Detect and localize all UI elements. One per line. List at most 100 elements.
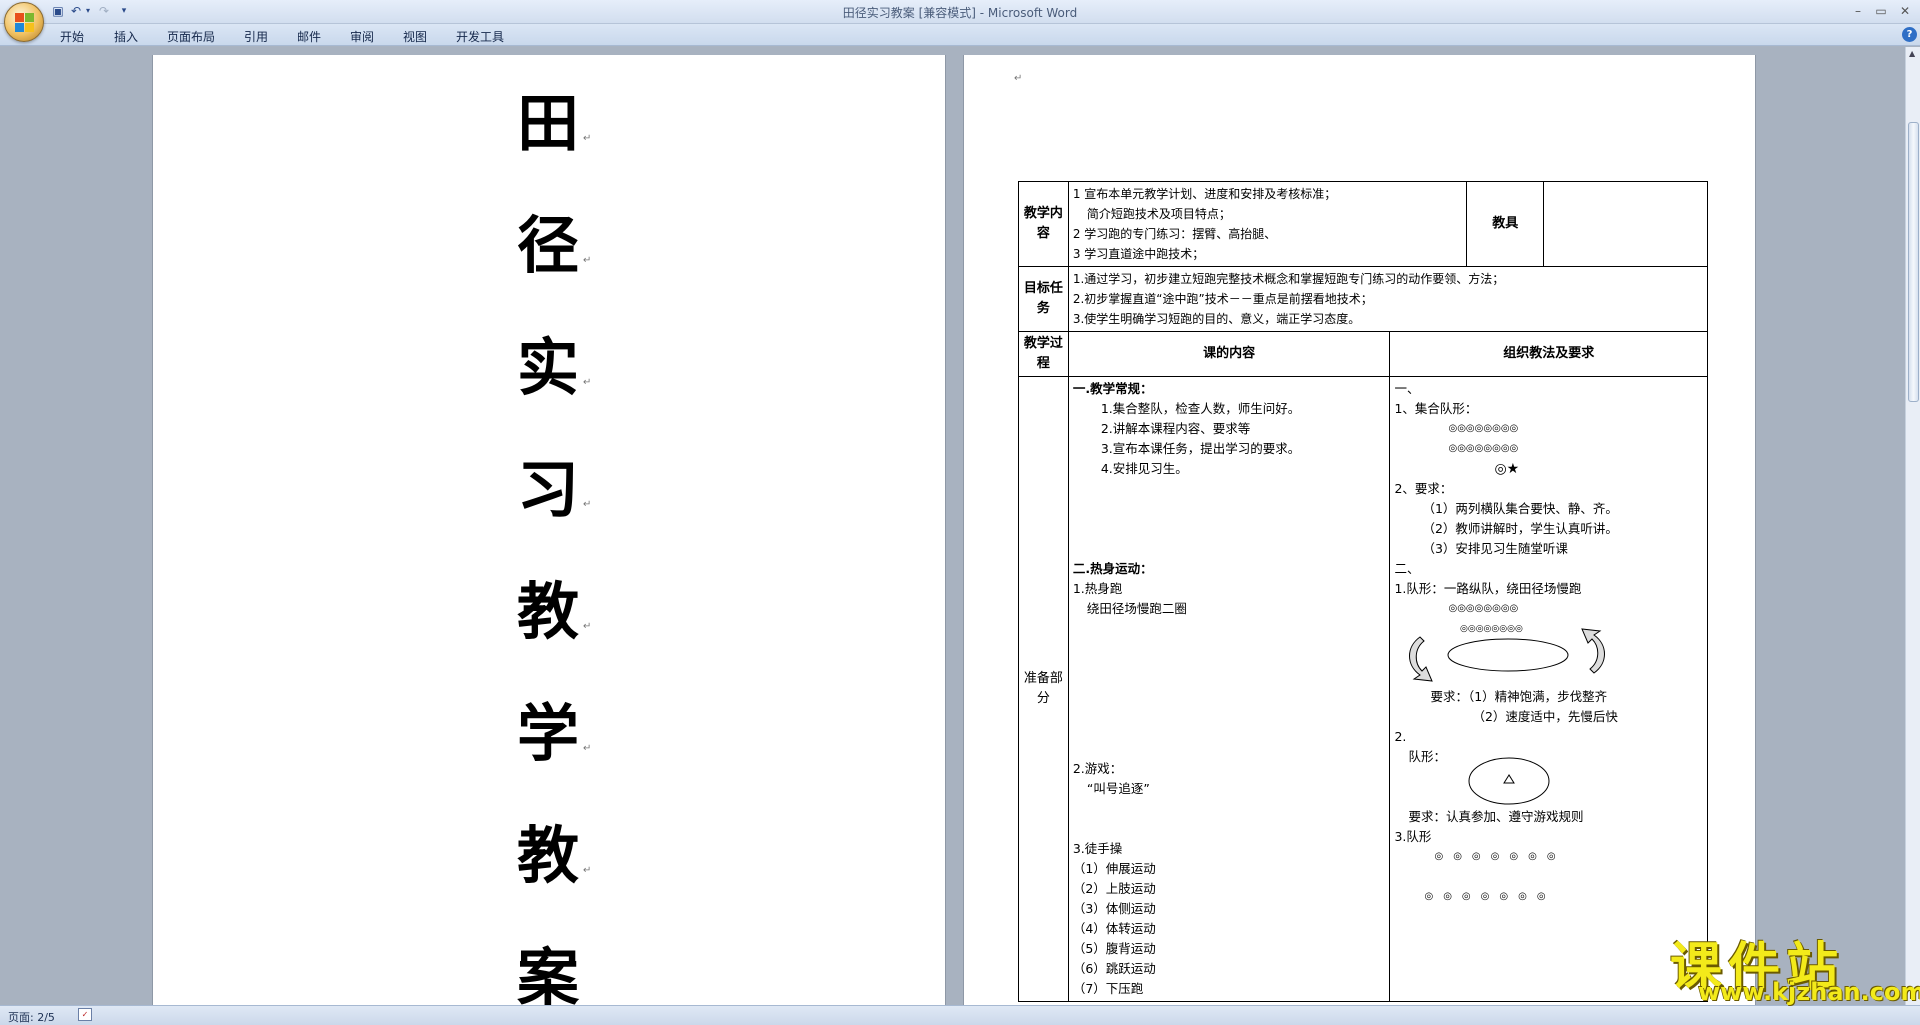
process-label: 教学过程 — [1018, 331, 1069, 377]
tab-insert[interactable]: 插入 — [114, 28, 138, 45]
content-line: 2 学习跑的专门练习：摆臂、高抬腿、 — [1072, 227, 1277, 241]
content-line: 3 学习直道途中跑技术； — [1072, 247, 1205, 261]
prep-label: 准备部分 — [1018, 376, 1069, 1002]
org-item: 2. — [1394, 729, 1407, 744]
tab-page-layout[interactable]: 页面布局 — [167, 28, 215, 45]
warmup-detail: “叫号追逐” — [1086, 781, 1150, 796]
goal-line: 3.使学生明确学习短跑的目的、意义，端正学习态度。 — [1072, 312, 1361, 326]
page-1: 田 径 实 习 教 学 教 案 ↵ ↵ ↵ ↵ ↵ ↵ ↵ — [152, 55, 946, 1005]
paragraph-mark-icon: ↵ — [1014, 73, 1023, 84]
exercise-item: （6）跳跃运动 — [1072, 961, 1156, 976]
maximize-icon[interactable]: ▭ — [1873, 3, 1889, 19]
document-workspace: 田 径 实 习 教 学 教 案 ↵ ↵ ↵ ↵ ↵ ↵ ↵ ↵ 教学内容 1 宣… — [0, 47, 1905, 1005]
requirement: （3）安排见习生随堂听课 — [1422, 541, 1568, 556]
tab-home[interactable]: 开始 — [60, 28, 84, 45]
triangle-icon — [1503, 774, 1516, 784]
vertical-scrollbar[interactable]: ▲ ▼ — [1905, 47, 1920, 1005]
requirement: 要求：认真参加、遵守游戏规则 — [1408, 809, 1584, 824]
org-item: 1、集合队形： — [1394, 401, 1478, 416]
goal-line: 2.初步掌握直道“途中跑”技术－－重点是前摆看地技术； — [1072, 292, 1373, 306]
org-section: 二、 — [1394, 561, 1420, 576]
tab-review[interactable]: 审阅 — [350, 28, 374, 45]
arrow-right-icon — [1581, 628, 1606, 674]
title-char: 学 — [517, 697, 580, 770]
tab-mailings[interactable]: 邮件 — [297, 28, 321, 45]
warmup-item: 1.热身跑 — [1072, 581, 1123, 596]
tab-developer[interactable]: 开发工具 — [456, 28, 504, 45]
track-diagram: ◎◎◎◎◎◎◎◎ — [1409, 624, 1606, 682]
spelling-check-icon[interactable]: ✓ — [78, 1008, 92, 1021]
paragraph-mark-icon: ↵ — [583, 743, 592, 754]
org-item: 1.队形：一路纵队，绕田径场慢跑 — [1394, 581, 1582, 596]
content-cell: 1 宣布本单元教学计划、进度和安排及考核标准； 简介短跑技术及项目特点； 2 学… — [1067, 181, 1468, 267]
scroll-thumb[interactable] — [1908, 122, 1919, 402]
title-char: 习 — [517, 453, 580, 526]
title-bar: ▣ ↶ ▾ ↷ ▾ 田径实习教案 [兼容模式] - Microsoft Word… — [0, 0, 1920, 42]
routine-heading: 一.教学常规： — [1072, 381, 1153, 396]
routine-item: 4.安排见习生。 — [1100, 461, 1188, 476]
title-char: 径 — [517, 209, 580, 282]
warmup-detail: 绕田径场慢跑二圈 — [1086, 601, 1187, 616]
formation-row: ◎◎◎◎◎◎◎◎ — [1448, 443, 1519, 454]
watermark-url: www.kjzhan.com — [1698, 978, 1920, 1006]
exercise-item: （3）体侧运动 — [1072, 901, 1156, 916]
routine-item: 3.宣布本课任务，提出学习的要求。 — [1100, 441, 1301, 456]
org-item: 2、要求： — [1394, 481, 1453, 496]
prep-org-cell: 一、 1、集合队形： ◎◎◎◎◎◎◎◎ ◎◎◎◎◎◎◎◎ ◎★ 2、要求： （1… — [1389, 376, 1708, 1002]
formation-row: ◎ ◎ ◎ ◎ ◎ ◎ ◎ — [1434, 851, 1556, 862]
paragraph-mark-icon: ↵ — [583, 499, 592, 510]
org-section: 一、 — [1394, 381, 1420, 396]
ribbon-tabs: 开始 插入 页面布局 引用 邮件 审阅 视图 开发工具 ? — [0, 24, 1920, 46]
paragraph-mark-icon: ↵ — [583, 377, 592, 388]
formation-row: ◎ ◎ ◎ ◎ ◎ ◎ ◎ — [1424, 891, 1546, 902]
close-icon[interactable]: ✕ — [1897, 3, 1913, 19]
org-item: 3.队形 — [1394, 829, 1432, 844]
page-indicator[interactable]: 页面: 2/5 — [8, 1009, 55, 1025]
paragraph-mark-icon: ↵ — [583, 255, 592, 266]
warmup-item: 3.徒手操 — [1072, 841, 1123, 856]
title-char: 实 — [517, 331, 580, 404]
equipment-cell — [1543, 181, 1708, 267]
status-bar: 页面: 2/5 ✓ — [0, 1005, 1920, 1025]
paragraph-mark-icon: ↵ — [583, 865, 592, 876]
paragraph-mark-icon: ↵ — [583, 133, 592, 144]
routine-item: 2.讲解本课程内容、要求等 — [1100, 421, 1251, 436]
requirement: （2）速度适中，先慢后快 — [1472, 709, 1618, 724]
exercise-item: （2）上肢运动 — [1072, 881, 1156, 896]
warmup-heading: 二.热身运动： — [1072, 561, 1153, 576]
title-char: 教 — [517, 575, 580, 648]
arrow-left-icon — [1409, 636, 1434, 682]
paragraph-mark-icon: ↵ — [583, 621, 592, 632]
exercise-item: （1）伸展运动 — [1072, 861, 1156, 876]
office-logo-icon — [15, 13, 35, 33]
requirement: （1）两列横队集合要快、静、齐。 — [1422, 501, 1618, 516]
goals-cell: 1.通过学习，初步建立短跑完整技术概念和掌握短跑专门练习的动作要领、方法； 2.… — [1067, 266, 1709, 332]
col-header-org: 组织教法及要求 — [1389, 331, 1708, 377]
scroll-up-icon[interactable]: ▲ — [1909, 49, 1915, 58]
window-title: 田径实习教案 [兼容模式] - Microsoft Word — [842, 6, 1078, 20]
tab-view[interactable]: 视图 — [403, 28, 427, 45]
requirement: （2）教师讲解时，学生认真听讲。 — [1422, 521, 1618, 536]
prep-content-cell: 一.教学常规： 1.集合整队，检查人数，师生问好。 2.讲解本课程内容、要求等 … — [1067, 376, 1391, 1002]
minimize-icon[interactable]: – — [1850, 3, 1866, 19]
run-row: ◎◎◎◎◎◎◎◎ — [1448, 603, 1519, 614]
teacher-position: ◎★ — [1494, 461, 1520, 477]
warmup-item: 2.游戏： — [1072, 761, 1123, 776]
run-row: ◎◎◎◎◎◎◎◎ — [1460, 624, 1523, 634]
formation-row: ◎◎◎◎◎◎◎◎ — [1448, 423, 1519, 434]
exercise-item: （7）下压跑 — [1072, 981, 1144, 996]
content-label: 教学内容 — [1018, 181, 1069, 267]
title-char: 教 — [517, 819, 580, 892]
title-char: 田 — [517, 87, 580, 160]
content-line: 简介短跑技术及项目特点； — [1086, 207, 1231, 221]
page-2: ↵ 教学内容 1 宣布本单元教学计划、进度和安排及考核标准； 简介短跑技术及项目… — [963, 55, 1756, 1005]
help-icon[interactable]: ? — [1902, 27, 1917, 42]
tab-references[interactable]: 引用 — [244, 28, 268, 45]
goals-label: 目标任务 — [1018, 266, 1069, 332]
goal-line: 1.通过学习，初步建立短跑完整技术概念和掌握短跑专门练习的动作要领、方法； — [1072, 272, 1505, 286]
office-button[interactable] — [4, 2, 44, 42]
content-line: 1 宣布本单元教学计划、进度和安排及考核标准； — [1072, 187, 1337, 201]
circle-formation-diagram — [1468, 757, 1550, 805]
exercise-item: （5）腹背运动 — [1072, 941, 1156, 956]
title-char: 案 — [517, 941, 580, 1005]
